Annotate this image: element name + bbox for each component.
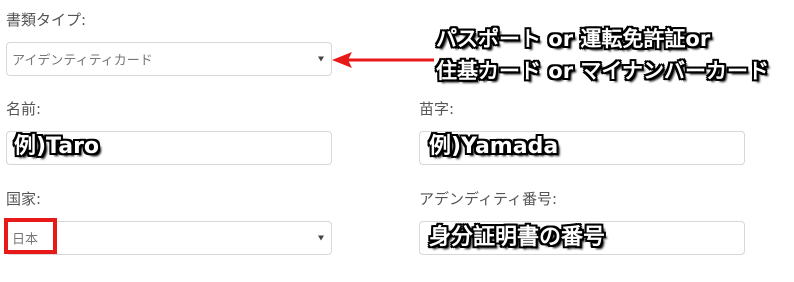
id-number-example: 身分証明書の番号 (429, 225, 606, 250)
caret-down-icon (318, 235, 324, 241)
first-name-example: 例)Taro (14, 134, 100, 159)
caret-down-icon (318, 56, 324, 62)
id-number-label: アデンディティ番号: (419, 190, 558, 208)
doc-type-note-line1: パスポート or 運転免許証or (436, 27, 711, 51)
last-name-label: 苗字: (419, 100, 455, 118)
country-highlight-box (4, 218, 57, 254)
doc-type-selected-value: アイデンティティカード (12, 53, 153, 69)
first-name-label: 名前: (6, 100, 42, 118)
doc-type-label: 書類タイプ: (6, 11, 87, 29)
country-label: 国家: (6, 190, 42, 208)
left-arrow-icon (332, 52, 434, 68)
doc-type-select[interactable]: アイデンティティカード (6, 42, 332, 76)
doc-type-note-line2: 住基カード or マイナンバーカード (436, 59, 769, 83)
last-name-example: 例)Yamada (429, 134, 559, 159)
